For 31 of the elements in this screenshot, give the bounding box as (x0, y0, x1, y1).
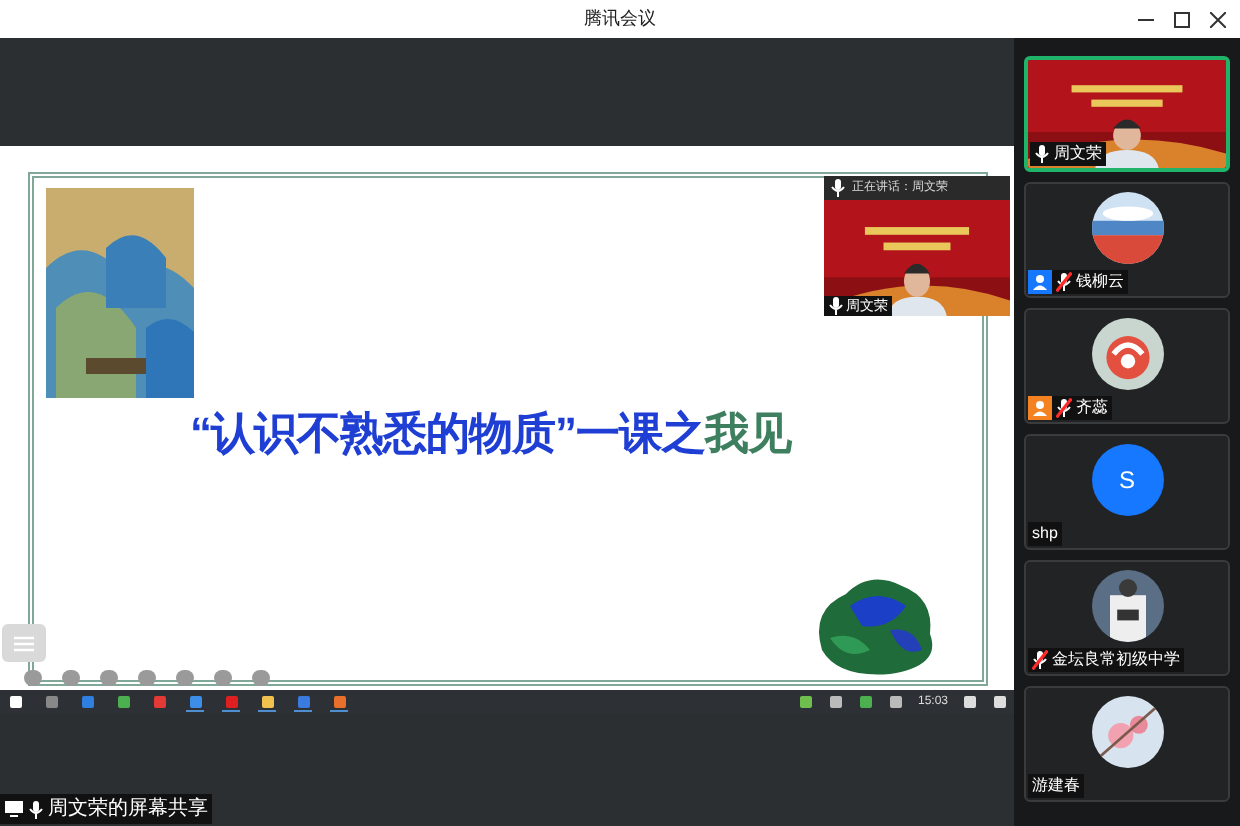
mic-icon (828, 296, 844, 316)
muted-mic-icon (1032, 650, 1048, 670)
share-label-text: 周文荣的屏幕共享 (48, 795, 208, 824)
mic-icon (1034, 144, 1050, 164)
participant-name: 金坛良常初级中学 (1052, 652, 1180, 668)
participant-name: 游建春 (1032, 778, 1080, 794)
participant-tile[interactable]: 金坛良常初级中学 (1024, 560, 1230, 676)
mic-icon (28, 799, 44, 819)
participant-name: 钱柳云 (1076, 274, 1124, 290)
participant-tile[interactable]: 周文荣 (1024, 56, 1230, 172)
participant-name: shp (1032, 526, 1058, 542)
participant-name: 齐蕊 (1076, 400, 1108, 416)
participant-name: 周文荣 (1054, 146, 1102, 162)
close-icon[interactable] (1210, 11, 1226, 27)
menu-icon (14, 635, 34, 651)
participant-tile[interactable]: 钱柳云 (1024, 182, 1230, 298)
window-title: 腾讯会议 (584, 5, 656, 32)
slide-title: “认识不熟悉的物质”一课之我见 (190, 406, 791, 462)
muted-mic-icon (1056, 398, 1072, 418)
app-icon[interactable] (222, 693, 240, 711)
app-icon[interactable] (330, 693, 348, 711)
screen-share-icon (4, 800, 24, 818)
maximize-icon[interactable] (1174, 11, 1190, 27)
avatar-letter: S (1091, 444, 1163, 516)
app-icon[interactable] (186, 693, 204, 711)
participant-tile[interactable]: 齐蕊 (1024, 308, 1230, 424)
app-icon[interactable] (294, 693, 312, 711)
muted-mic-icon (1056, 272, 1072, 292)
mic-icon (830, 178, 846, 198)
participant-tile[interactable]: 游建春 (1024, 686, 1230, 802)
participant-tile[interactable]: S shp (1024, 434, 1230, 550)
